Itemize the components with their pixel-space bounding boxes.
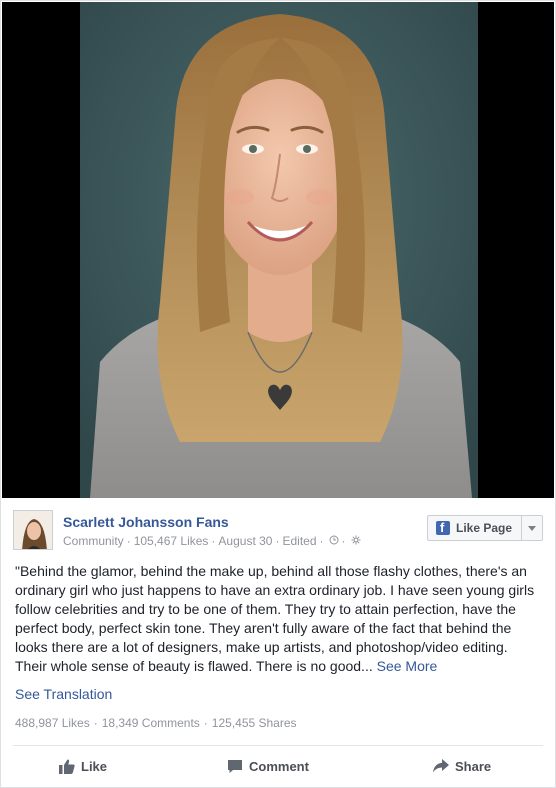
stats-separator: ·	[203, 716, 208, 730]
facebook-post: Scarlett Johansson Fans Community · 105,46…	[0, 0, 556, 788]
avatar-image	[14, 511, 52, 549]
audience-gear-icon[interactable]	[351, 534, 361, 548]
share-button[interactable]: Share	[433, 751, 491, 781]
like-label: Like	[81, 758, 108, 774]
page-likes-count[interactable]: 105,467 Likes	[134, 534, 209, 548]
engagement-stats: 488,987 Likes · 18,349 Comments · 125,455 Sh…	[15, 716, 297, 730]
like-page-button[interactable]: Like Page	[427, 515, 543, 541]
meta-separator: ·	[341, 533, 346, 548]
meta-separator: ·	[126, 533, 131, 548]
button-divider	[521, 516, 523, 540]
actions-divider	[13, 745, 543, 746]
thumbs-up-icon	[59, 759, 75, 774]
post-photo[interactable]	[80, 2, 478, 498]
comment-icon	[228, 759, 242, 773]
meta-separator: ·	[211, 533, 216, 548]
shares-count[interactable]: 125,455 Shares	[212, 716, 297, 730]
share-label: Share	[455, 758, 492, 774]
comment-label: Comment	[249, 758, 309, 774]
see-translation-link[interactable]: See Translation	[15, 686, 112, 702]
post-meta: Community · 105,467 Likes · August 30 · Edited…	[63, 533, 361, 548]
comments-count[interactable]: 18,349 Comments	[102, 716, 200, 730]
comment-button[interactable]: Comment	[227, 751, 309, 781]
facebook-icon	[436, 520, 450, 535]
page-name-link[interactable]: Scarlett Johansson Fans	[63, 514, 229, 530]
share-arrow-icon	[433, 759, 449, 773]
stats-separator: ·	[93, 716, 98, 730]
portrait-illustration	[80, 2, 478, 498]
meta-separator: ·	[319, 533, 324, 548]
post-body: "Behind the glamor, behind the make up, …	[15, 563, 535, 674]
chevron-down-icon[interactable]	[528, 525, 537, 531]
edited-label[interactable]: Edited	[282, 534, 316, 548]
like-page-label: Like Page	[456, 521, 513, 535]
avatar[interactable]	[13, 510, 53, 550]
like-button[interactable]: Like	[59, 751, 107, 781]
clock-icon	[329, 534, 339, 548]
post-date-link[interactable]: August 30	[218, 534, 272, 548]
post-header: Scarlett Johansson Fans Community · 105,46…	[13, 509, 543, 553]
post-photo-frame[interactable]	[2, 2, 554, 498]
see-more-link[interactable]: See More	[377, 658, 438, 674]
post-text: "Behind the glamor, behind the make up, …	[15, 562, 535, 676]
post-actions: Like Comment Share	[1, 751, 555, 781]
meta-separator: ·	[275, 533, 280, 548]
likes-count[interactable]: 488,987 Likes	[15, 716, 90, 730]
page-category[interactable]: Community	[63, 534, 124, 548]
